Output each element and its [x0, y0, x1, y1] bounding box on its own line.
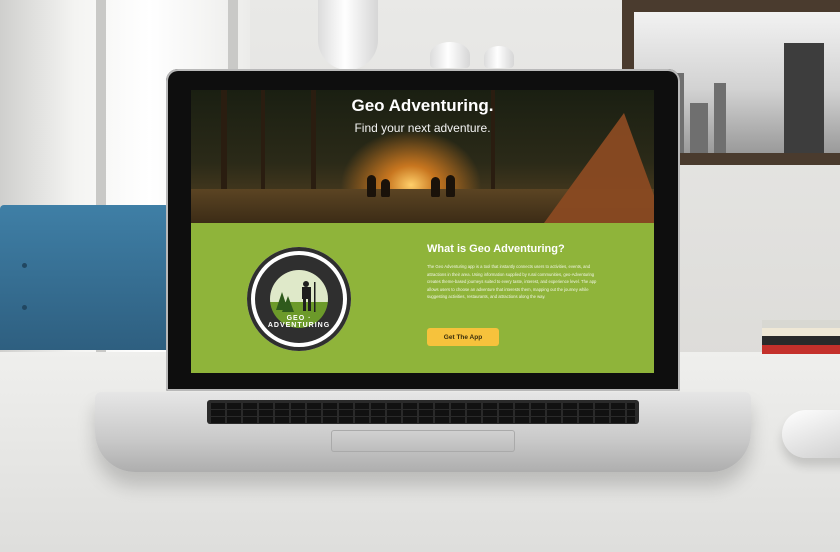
- vase: [318, 0, 378, 70]
- key-row: [211, 403, 635, 409]
- about-section: GEO · ADVENTURING What is Geo Adventurin…: [191, 223, 654, 373]
- about-heading: What is Geo Adventuring?: [427, 243, 565, 255]
- camper: [431, 177, 440, 197]
- mouse: [782, 410, 840, 458]
- get-the-app-button[interactable]: Get The App: [427, 328, 499, 346]
- badge-text: GEO · ADVENTURING: [267, 315, 331, 329]
- bridge-tower: [784, 43, 824, 153]
- book: [762, 345, 840, 354]
- hero-banner: Geo Adventuring. Find your next adventur…: [191, 90, 654, 223]
- laptop-base: [95, 392, 751, 472]
- trackpad: [331, 430, 515, 452]
- laptop-screen: Geo Adventuring. Find your next adventur…: [191, 90, 654, 373]
- camper: [381, 179, 390, 197]
- badge-ring: GEO · ADVENTURING: [255, 255, 343, 343]
- hero-title: Geo Adventuring.: [351, 96, 494, 115]
- hiker-badge-icon: GEO · ADVENTURING: [247, 247, 351, 351]
- chair-rivet: [22, 305, 27, 310]
- key-row: [211, 410, 635, 416]
- chair-rivet: [22, 263, 27, 268]
- camper: [367, 175, 376, 197]
- keyboard: [207, 400, 639, 424]
- building: [714, 83, 726, 153]
- hero-subtitle: Find your next adventure.: [354, 121, 491, 135]
- about-body: The Geo Adventuring app is a tool that i…: [427, 264, 597, 300]
- book: [762, 328, 840, 336]
- building: [690, 103, 708, 153]
- book-stack: [762, 320, 840, 354]
- chair: [0, 205, 175, 350]
- bird-figurine: [484, 46, 514, 68]
- book: [762, 320, 840, 328]
- key-row: [211, 417, 635, 423]
- camper: [446, 175, 455, 197]
- book: [762, 336, 840, 345]
- bird-figurine: [430, 42, 470, 68]
